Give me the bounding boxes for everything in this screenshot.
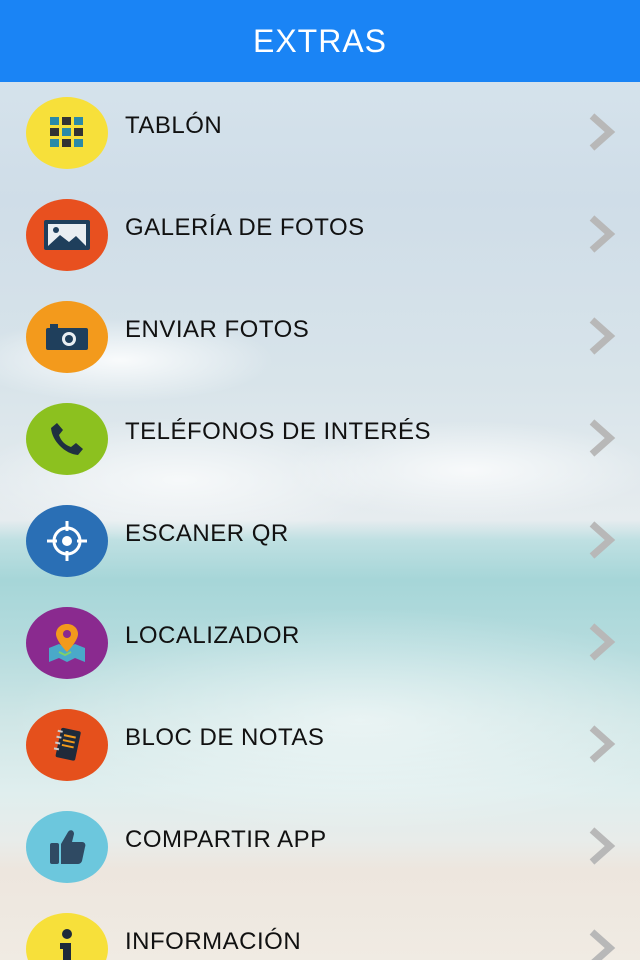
chevron-right-icon <box>589 317 616 355</box>
chevron-right-icon <box>589 521 616 559</box>
menu-list: TABLÓN GALERÍA DE FOTOS ENVIAR FOTOS TEL… <box>0 82 640 960</box>
notebook-icon <box>26 709 108 781</box>
crosshair-icon <box>26 505 108 577</box>
menu-item-galeria-de-fotos[interactable]: GALERÍA DE FOTOS <box>0 184 640 286</box>
menu-item-informacion[interactable]: INFORMACIÓN <box>0 898 640 960</box>
phone-icon <box>26 403 108 475</box>
menu-item-label: ENVIAR FOTOS <box>125 316 310 343</box>
menu-item-label: BLOC DE NOTAS <box>125 724 325 751</box>
menu-item-escaner-qr[interactable]: ESCANER QR <box>0 490 640 592</box>
menu-item-label: INFORMACIÓN <box>125 928 302 955</box>
chevron-right-icon <box>589 419 616 457</box>
menu-item-telefonos-de-interes[interactable]: TELÉFONOS DE INTERÉS <box>0 388 640 490</box>
menu-item-enviar-fotos[interactable]: ENVIAR FOTOS <box>0 286 640 388</box>
chevron-right-icon <box>589 623 616 661</box>
menu-item-tablon[interactable]: TABLÓN <box>0 82 640 184</box>
map-pin-icon <box>26 607 108 679</box>
menu-item-label: TELÉFONOS DE INTERÉS <box>125 418 432 445</box>
info-icon <box>26 913 108 960</box>
chevron-right-icon <box>589 113 616 151</box>
camera-icon <box>26 301 108 373</box>
chevron-right-icon <box>589 725 616 763</box>
image-icon <box>26 199 108 271</box>
menu-item-label: ESCANER QR <box>125 520 289 547</box>
menu-item-label: COMPARTIR APP <box>125 826 327 853</box>
chevron-right-icon <box>589 827 616 865</box>
menu-item-compartir-app[interactable]: COMPARTIR APP <box>0 796 640 898</box>
grid-icon <box>26 97 108 169</box>
chevron-right-icon <box>589 929 616 960</box>
chevron-right-icon <box>589 215 616 253</box>
menu-item-label: GALERÍA DE FOTOS <box>125 214 365 241</box>
page-title: EXTRAS <box>252 22 388 59</box>
menu-item-bloc-de-notas[interactable]: BLOC DE NOTAS <box>0 694 640 796</box>
menu-item-localizador[interactable]: LOCALIZADOR <box>0 592 640 694</box>
menu-item-label: TABLÓN <box>125 112 223 139</box>
menu-item-label: LOCALIZADOR <box>125 622 300 649</box>
thumbs-up-icon <box>26 811 108 883</box>
app-header: EXTRAS <box>0 0 640 82</box>
